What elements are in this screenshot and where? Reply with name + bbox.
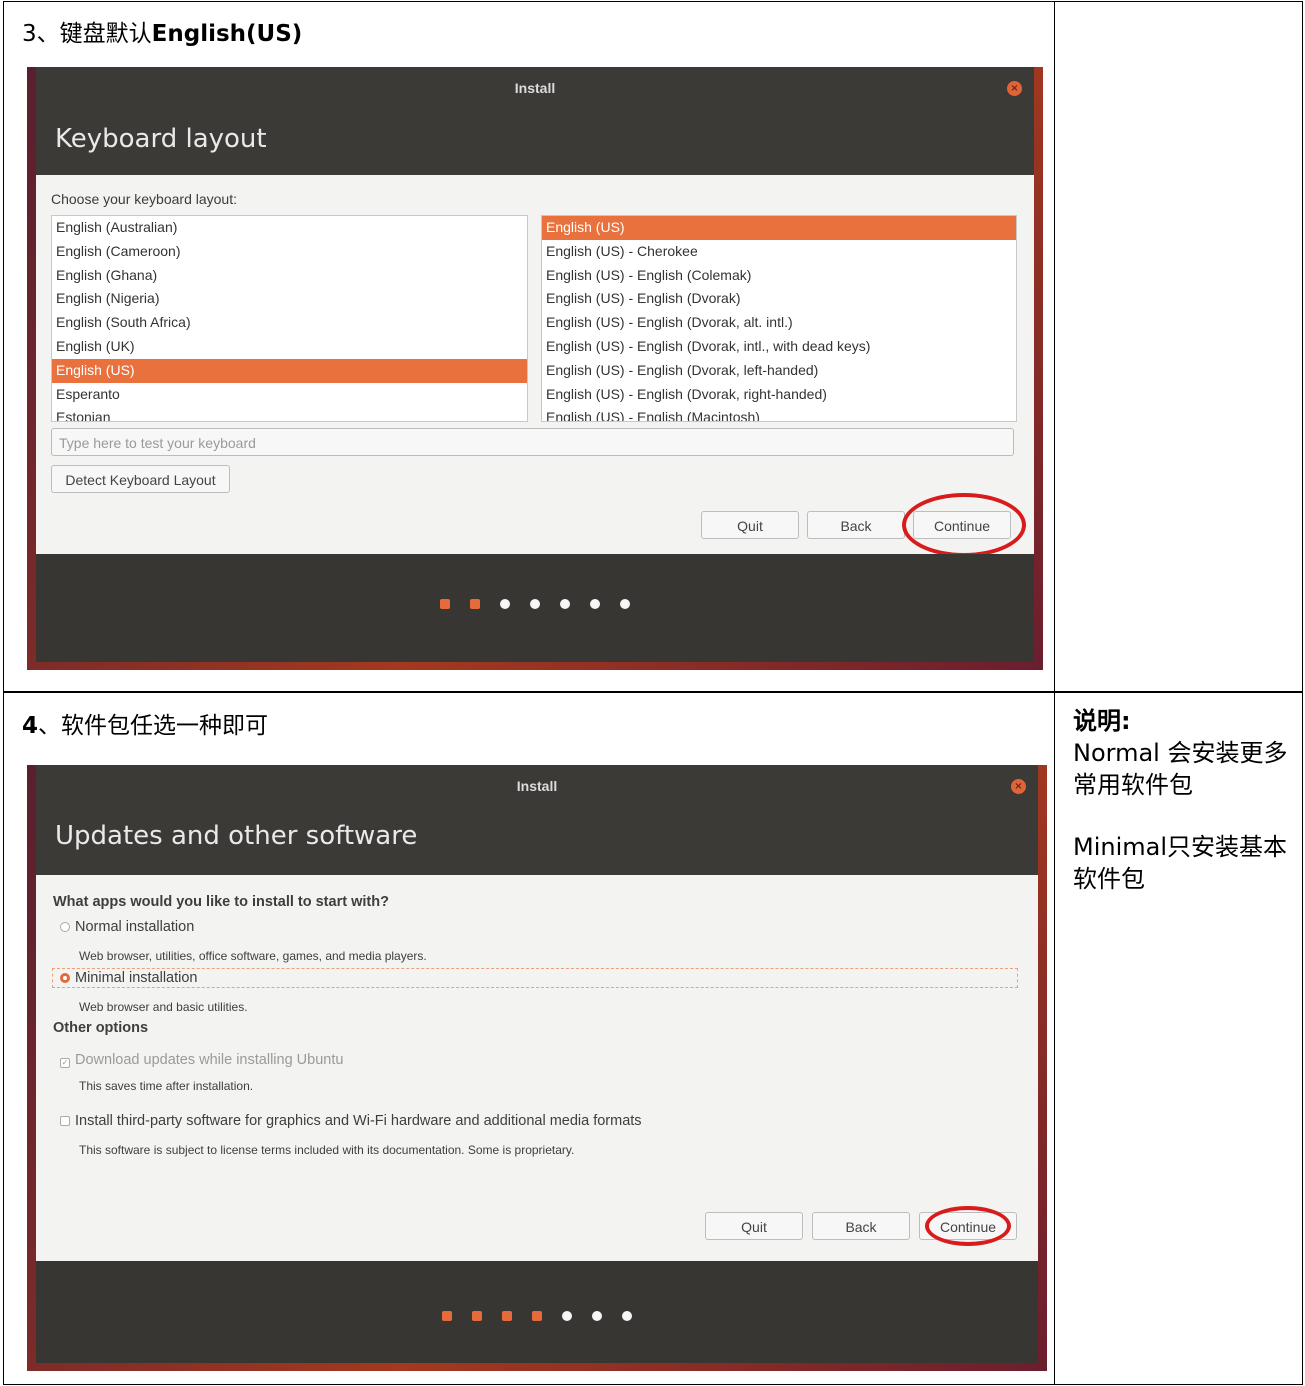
normal-installation-radio[interactable]: Normal installation: [60, 919, 194, 935]
progress-dot-icon: [440, 599, 450, 609]
step3-title: 3、键盘默认English(US): [22, 14, 302, 48]
step4-title: 4、软件包任选一种即可: [22, 706, 268, 740]
step3-title-bold: English(US): [151, 21, 303, 47]
list-item[interactable]: English (US) - English (Macintosh): [542, 406, 1016, 421]
progress-dots-2: [36, 1306, 1038, 1325]
list-item[interactable]: English (Nigeria): [52, 287, 527, 311]
note-minimal: Minimal只安装基本软件包: [1073, 833, 1288, 893]
download-updates-label: Download updates while installing Ubuntu: [75, 1052, 344, 1068]
radio-on-icon: [60, 973, 70, 983]
progress-dot-icon: [472, 1311, 482, 1321]
variant-list[interactable]: English (US) English (US) - Cherokee Engli…: [541, 215, 1017, 422]
third-party-checkbox[interactable]: Install third-party software for graphic…: [60, 1113, 642, 1129]
checkbox-checked-icon: ✓: [60, 1058, 70, 1068]
normal-installation-label: Normal installation: [75, 919, 195, 935]
list-item[interactable]: English (US) - English (Colemak): [542, 264, 1016, 288]
back-button[interactable]: Back: [812, 1212, 910, 1240]
quit-button[interactable]: Quit: [701, 511, 799, 539]
note-normal: Normal 会安装更多常用软件包: [1073, 739, 1288, 799]
list-item[interactable]: English (Ghana): [52, 264, 527, 288]
minimal-installation-label: Minimal installation: [75, 970, 198, 986]
checkbox-unchecked-icon: [60, 1116, 70, 1126]
page-heading: Keyboard layout: [55, 124, 267, 154]
list-item[interactable]: English (Australian): [52, 216, 527, 240]
list-item[interactable]: Esperanto: [52, 383, 527, 407]
install-window-2: Install × Updates and other software Wha…: [36, 765, 1038, 1363]
progress-dot-icon: [562, 1311, 572, 1321]
test-keyboard-input[interactable]: Type here to test your keyboard: [51, 428, 1014, 456]
list-item[interactable]: English (US): [52, 358, 527, 383]
window-title: Install: [514, 80, 556, 96]
list-item[interactable]: English (US) - English (Dvorak, alt. int…: [542, 311, 1016, 335]
step4-title-bold: 4: [22, 713, 39, 739]
continue-highlight-ring: [925, 1206, 1011, 1246]
progress-dot-icon: [502, 1311, 512, 1321]
progress-dot-icon: [532, 1311, 542, 1321]
progress-footer-2: [36, 1261, 1038, 1363]
install-window: Install × Keyboard layout Choose your ke…: [36, 67, 1034, 662]
layout-list[interactable]: English (Australian) English (Cameroon) En…: [51, 215, 528, 422]
radio-off-icon: [60, 922, 70, 932]
content-area-2: What apps would you like to install to s…: [36, 875, 1038, 1261]
third-party-desc: This software is subject to license term…: [79, 1143, 575, 1157]
step4-title-rest: 、软件包任选一种即可: [38, 713, 269, 739]
minimal-installation-radio[interactable]: Minimal installation: [60, 970, 198, 986]
progress-footer: [36, 554, 1034, 662]
page-heading-2: Updates and other software: [55, 821, 418, 851]
third-party-label: Install third-party software for graphic…: [75, 1113, 642, 1129]
list-item[interactable]: English (South Africa): [52, 311, 527, 335]
list-item[interactable]: English (UK): [52, 335, 527, 359]
quit-button[interactable]: Quit: [705, 1212, 803, 1240]
progress-dot-icon: [530, 599, 540, 609]
progress-dot-icon: [560, 599, 570, 609]
content-area: Choose your keyboard layout: English (Au…: [36, 175, 1034, 561]
continue-highlight-ring: [902, 493, 1026, 557]
list-item[interactable]: English (US) - English (Dvorak, left-han…: [542, 359, 1016, 383]
back-button[interactable]: Back: [807, 511, 905, 539]
detect-layout-button[interactable]: Detect Keyboard Layout: [51, 465, 230, 493]
minimal-installation-desc: Web browser and basic utilities.: [79, 1000, 248, 1014]
progress-dots: [36, 594, 1034, 613]
list-item[interactable]: English (US): [542, 216, 1016, 240]
list-item[interactable]: English (US) - English (Dvorak, right-ha…: [542, 383, 1016, 407]
progress-dot-icon: [470, 599, 480, 609]
progress-dot-icon: [622, 1311, 632, 1321]
step3-title-prefix: 3、键盘默认: [22, 21, 152, 47]
download-updates-desc: This saves time after installation.: [79, 1079, 254, 1093]
progress-dot-icon: [592, 1311, 602, 1321]
progress-dot-icon: [442, 1311, 452, 1321]
download-updates-checkbox[interactable]: ✓ Download updates while installing Ubunt…: [60, 1052, 343, 1068]
choose-label: Choose your keyboard layout:: [51, 191, 237, 207]
progress-dot-icon: [590, 599, 600, 609]
list-item[interactable]: English (US) - English (Dvorak): [542, 287, 1016, 311]
note-block: 说明: Normal 会安装更多常用软件包 Minimal只安装基本软件包: [1073, 705, 1291, 895]
list-item[interactable]: Estonian: [52, 406, 527, 421]
progress-dot-icon: [500, 599, 510, 609]
list-item[interactable]: English (US) - English (Dvorak, intl., w…: [542, 335, 1016, 359]
normal-installation-desc: Web browser, utilities, office software,…: [79, 949, 427, 963]
close-icon[interactable]: ×: [1007, 81, 1022, 96]
list-item[interactable]: English (US) - Cherokee: [542, 240, 1016, 264]
close-icon[interactable]: ×: [1011, 779, 1026, 794]
note-label: 说明:: [1073, 707, 1131, 735]
keyboard-screenshot: Install × Keyboard layout Choose your ke…: [27, 67, 1043, 670]
progress-dot-icon: [620, 599, 630, 609]
apps-question: What apps would you like to install to s…: [53, 894, 389, 910]
step3-side-cell: [1054, 1, 1303, 693]
list-item[interactable]: English (Cameroon): [52, 240, 527, 264]
window-title-2: Install: [516, 778, 558, 794]
other-options-heading: Other options: [53, 1020, 149, 1036]
updates-screenshot: Install × Updates and other software Wha…: [27, 765, 1047, 1371]
